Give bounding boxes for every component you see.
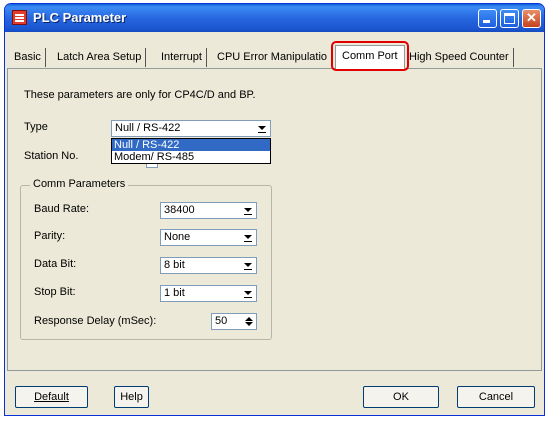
type-option-modem-rs485[interactable]: Modem/ RS-485 bbox=[112, 151, 270, 163]
help-button[interactable]: Help bbox=[114, 386, 149, 408]
type-select[interactable]: Null / RS-422 bbox=[111, 120, 271, 137]
baud-rate-value: 38400 bbox=[164, 204, 195, 216]
ok-button-label: OK bbox=[393, 391, 409, 403]
stop-bit-select[interactable]: 1 bit bbox=[160, 285, 257, 302]
comm-parameters-title: Comm Parameters bbox=[30, 178, 129, 190]
chevron-down-icon[interactable] bbox=[258, 126, 266, 133]
data-bit-value: 8 bit bbox=[164, 259, 185, 271]
response-delay-spinner[interactable]: 50 bbox=[211, 313, 257, 330]
spin-down-icon[interactable] bbox=[243, 321, 254, 327]
type-label: Type bbox=[24, 121, 48, 133]
tab-interrupt[interactable]: Interrupt bbox=[157, 48, 207, 67]
cancel-button-label: Cancel bbox=[478, 391, 514, 403]
data-bit-select[interactable]: 8 bit bbox=[160, 257, 257, 274]
chevron-down-icon[interactable] bbox=[244, 291, 252, 298]
parity-label: Parity: bbox=[34, 230, 66, 242]
tab-latch-area-setup[interactable]: Latch Area Setup bbox=[53, 48, 147, 67]
chevron-down-icon[interactable] bbox=[244, 208, 252, 215]
data-bit-label: Data Bit: bbox=[34, 258, 77, 270]
type-option-null-rs422[interactable]: Null / RS-422 bbox=[112, 139, 270, 151]
highlight-box bbox=[331, 41, 409, 71]
baud-rate-select[interactable]: 38400 bbox=[160, 202, 257, 219]
cancel-button[interactable]: Cancel bbox=[457, 386, 535, 408]
default-button[interactable]: Default bbox=[15, 386, 88, 408]
panel-note: These parameters are only for CP4C/D and… bbox=[24, 89, 256, 101]
type-dropdown-list: Null / RS-422 Modem/ RS-485 bbox=[111, 138, 271, 164]
tab-high-speed-counter[interactable]: High Speed Counter bbox=[405, 48, 514, 67]
response-delay-value: 50 bbox=[215, 315, 228, 327]
chevron-down-icon[interactable] bbox=[244, 235, 252, 242]
baud-rate-label: Baud Rate: bbox=[34, 203, 90, 215]
tab-basic[interactable]: Basic bbox=[10, 48, 46, 67]
stop-bit-label: Stop Bit: bbox=[34, 286, 76, 298]
station-label: Station No. bbox=[24, 150, 79, 162]
response-delay-label: Response Delay (mSec): bbox=[34, 315, 157, 327]
tab-cpu-error-manipulation[interactable]: CPU Error Manipulatio bbox=[213, 48, 342, 67]
ok-button[interactable]: OK bbox=[363, 386, 439, 408]
parity-select[interactable]: None bbox=[160, 229, 257, 246]
parity-value: None bbox=[164, 231, 191, 243]
chevron-down-icon[interactable] bbox=[244, 263, 252, 270]
help-button-label: Help bbox=[120, 391, 143, 403]
default-button-label: Default bbox=[34, 391, 69, 403]
stop-bit-value: 1 bit bbox=[164, 287, 185, 299]
type-select-value: Null / RS-422 bbox=[115, 122, 181, 134]
